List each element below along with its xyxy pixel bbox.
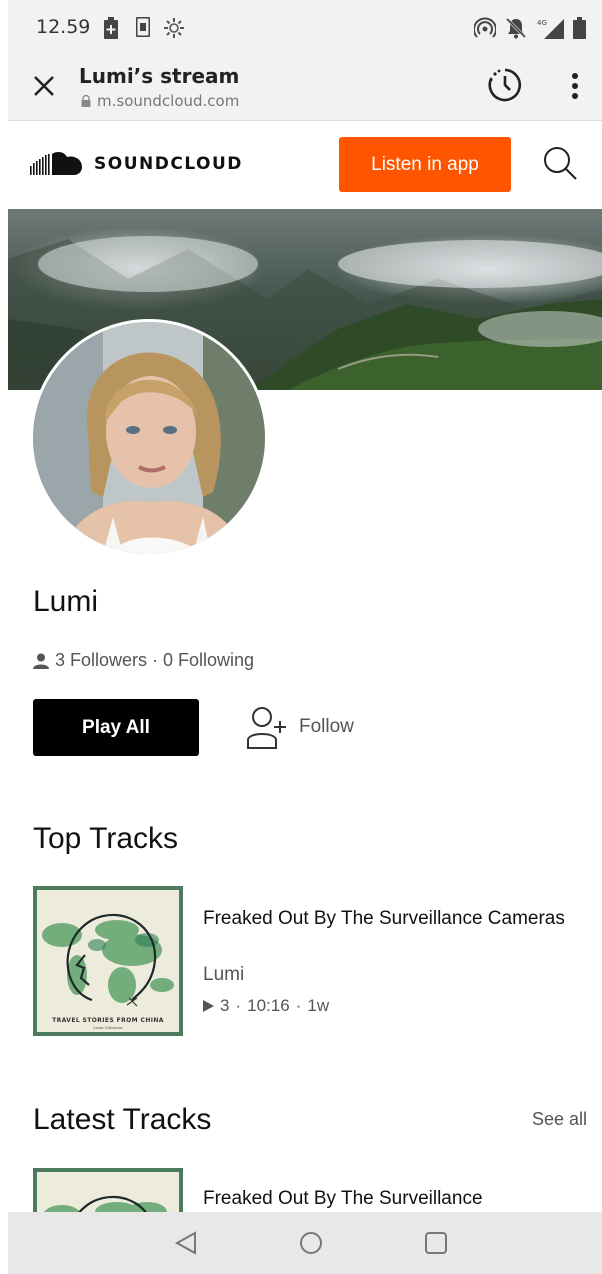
battery-saver-icon [104,17,118,39]
track-plays: 3 [220,996,230,1015]
browser-toolbar: Lumi’s stream m.soundcloud.com [8,56,602,121]
track-duration: 10:16 [247,996,290,1015]
followers-count[interactable]: 3 Followers · 0 Following [33,650,254,671]
artwork-subcaption: Lumi Suhonen [93,1025,123,1030]
soundcloud-logo[interactable]: SOUNDCLOUD [30,151,243,177]
meta-separator: · [235,996,242,1015]
avatar-portrait [33,322,265,554]
history-timer-icon[interactable] [486,66,524,104]
url-text: m.soundcloud.com [97,92,240,110]
svg-text:4G: 4G [537,19,547,27]
page-url: m.soundcloud.com [81,92,239,110]
latest-track-item[interactable]: Freaked Out By The Surveillance [33,1168,593,1212]
status-bar: 12.59 4G [8,0,602,56]
more-options-icon[interactable] [570,72,580,102]
track-artwork[interactable]: TRAVEL STORIES FROM CHINA Lumi Suhonen [33,886,183,1036]
play-count-icon [203,1000,214,1012]
profile-avatar[interactable] [30,319,268,557]
user-icon [33,653,49,669]
track-title[interactable]: Freaked Out By The Surveillance [203,1184,573,1212]
listen-in-app-button[interactable]: Listen in app [339,137,511,192]
phone-storage-icon [136,17,150,37]
settings-gear-icon [164,18,184,38]
play-all-button[interactable]: Play All [33,699,199,756]
battery-icon [573,17,586,39]
page-title: Lumi’s stream [79,64,240,88]
back-icon[interactable] [173,1230,199,1256]
artwork-caption: TRAVEL STORIES FROM CHINA [52,1017,164,1024]
latest-tracks-heading: Latest Tracks [33,1103,212,1136]
home-icon[interactable] [298,1230,324,1256]
status-time: 12.59 [36,16,91,38]
world-map-head-artwork [37,890,179,1032]
track-age: 1w [307,996,330,1015]
lock-icon [81,95,91,107]
see-all-link[interactable]: See all [532,1109,587,1130]
system-navigation-bar [8,1212,602,1274]
track-artwork[interactable] [33,1168,183,1212]
track-artist[interactable]: Lumi [203,964,244,986]
search-icon[interactable] [542,145,578,181]
follow-label: Follow [299,716,354,737]
top-tracks-heading: Top Tracks [33,822,179,855]
profile-name: Lumi [33,585,99,618]
follow-button[interactable]: Follow [243,704,354,750]
add-user-icon [247,707,286,749]
soundcloud-wordmark: SOUNDCLOUD [94,154,243,174]
track-title[interactable]: Freaked Out By The Surveillance Cameras [203,904,573,933]
recents-icon[interactable] [423,1230,449,1256]
top-track-item[interactable]: TRAVEL STORIES FROM CHINA Lumi Suhonen F… [33,886,593,1038]
hotspot-icon [474,17,496,38]
track-meta: 3 · 10:16 · 1w [203,996,329,1016]
notifications-off-icon [505,17,527,39]
world-map-head-artwork [37,1172,179,1212]
followers-text: 3 Followers · 0 Following [55,650,255,670]
soundcloud-cloud-icon [30,152,82,175]
signal-icon: 4G [537,19,564,39]
meta-separator: · [295,996,302,1015]
close-icon[interactable] [30,72,58,100]
site-header: SOUNDCLOUD Listen in app [8,121,602,209]
